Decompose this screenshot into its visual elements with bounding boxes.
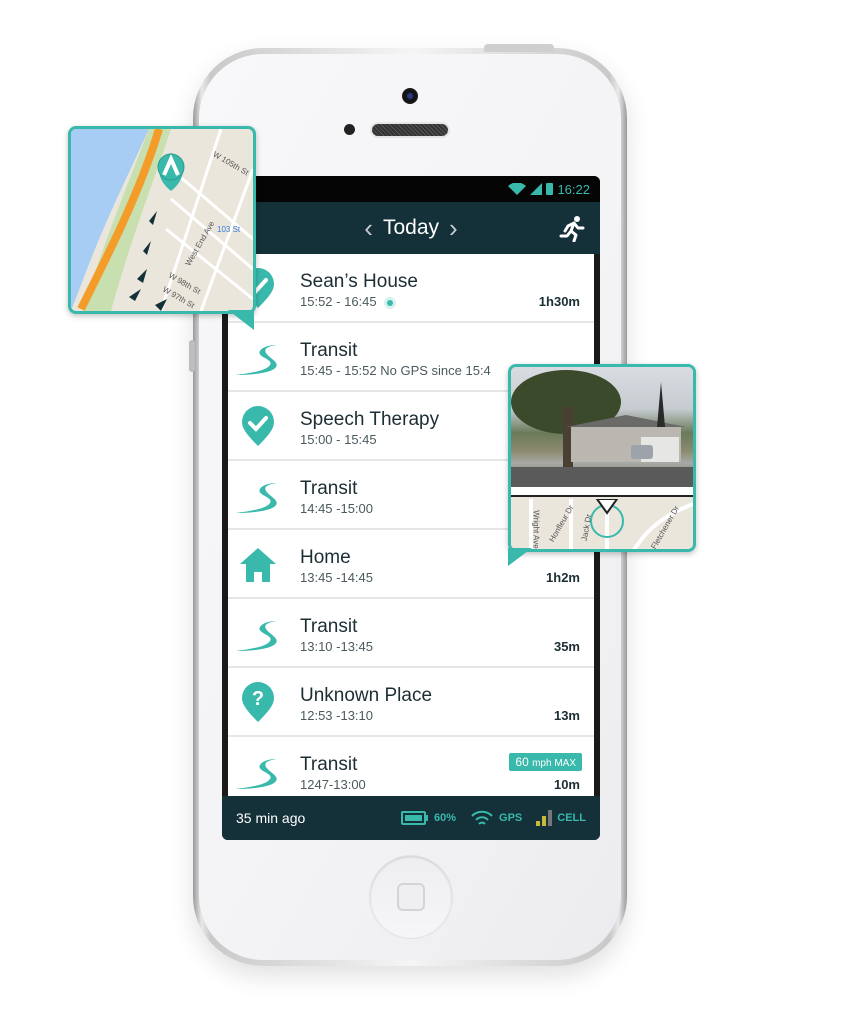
map-street-label: Wright Ave (531, 510, 541, 549)
last-update-text: 35 min ago (236, 810, 306, 826)
street-callout-tail (508, 548, 532, 566)
home-icon (240, 548, 276, 582)
badge-unit: mph MAX (532, 758, 576, 769)
gps-status: GPS (470, 810, 522, 826)
timeline-row[interactable]: Transit 13:10 -13:45 35m (228, 599, 594, 668)
gps-label: GPS (499, 812, 523, 824)
svg-text:?: ? (252, 688, 264, 710)
row-title: Transit (300, 616, 358, 637)
status-time: 16:22 (557, 181, 590, 197)
proximity-sensor (344, 124, 355, 135)
badge-value: 60 (515, 755, 529, 769)
wifi-icon (508, 183, 527, 195)
road-icon (236, 345, 277, 375)
road-icon (236, 621, 277, 651)
street-view-divider (511, 487, 693, 497)
next-day-button[interactable]: › (439, 215, 468, 241)
row-time: 1247-13:00 (300, 777, 366, 792)
battery-percent: 60% (434, 812, 457, 824)
battery-status: 60% (401, 811, 456, 825)
row-time: 13:10 -13:45 (300, 639, 374, 654)
signal-icon (530, 183, 543, 195)
live-indicator-icon (386, 299, 393, 306)
row-time: 14:45 -15:00 (300, 501, 374, 516)
row-duration: 1h30m (538, 294, 580, 309)
map-callout[interactable]: W 105th St 103 St West End Ave W 98th St… (68, 126, 256, 314)
front-camera (402, 88, 418, 104)
row-title: Transit (300, 754, 358, 775)
row-title: Transit (300, 478, 358, 499)
row-title: Sean’s House (300, 271, 418, 292)
gps-signal-icon (471, 810, 493, 825)
cell-signal-icon (536, 810, 553, 826)
battery-icon (546, 183, 554, 195)
row-duration: 13m (553, 708, 580, 723)
row-time: 15:45 - 15:52 No GPS since 15:4 (300, 363, 491, 378)
map-callout-tail (228, 310, 254, 330)
battery-icon (401, 811, 428, 825)
row-title: Speech Therapy (300, 409, 440, 430)
prev-day-button[interactable]: ‹ (354, 215, 383, 241)
earpiece-speaker (372, 124, 448, 136)
row-time: 12:53 -13:10 (300, 708, 374, 723)
map-station-label: 103 St (217, 225, 241, 234)
row-title: Home (300, 547, 351, 568)
question-pin-icon: ? (242, 682, 274, 722)
row-time: 13:45 -14:45 (300, 570, 374, 585)
street-view-callout[interactable]: Wright Ave Honfleur Dr Jack Dr Fletchene… (508, 364, 696, 552)
cell-status: CELL (536, 810, 586, 826)
home-button-square (397, 883, 425, 911)
road-icon (236, 483, 277, 513)
power-button (484, 44, 554, 52)
page-title: Today (382, 216, 440, 239)
row-duration: 1h2m (546, 570, 580, 585)
row-time-text: 15:52 - 16:45 (300, 294, 377, 309)
check-pin-icon (242, 406, 274, 446)
row-duration: 10m (553, 777, 580, 792)
timeline-row[interactable]: ? Unknown Place 12:53 -13:10 13m (228, 668, 594, 737)
running-person-icon[interactable] (558, 214, 586, 242)
status-footer: 35 min ago 60% GPS CELL (222, 796, 600, 840)
home-button[interactable] (370, 856, 452, 938)
row-time: 15:00 - 15:45 (300, 432, 377, 447)
timeline-row[interactable]: Sean’s House 15:52 - 16:45 1h30m (228, 254, 594, 323)
street-location-map: Wright Ave Honfleur Dr Jack Dr Fletchene… (511, 498, 693, 549)
status-bar: 16:22 (222, 176, 600, 202)
row-duration: 35m (553, 639, 580, 654)
row-title: Transit (300, 340, 358, 361)
volume-button (189, 340, 195, 372)
road-icon (236, 759, 277, 789)
row-title: Unknown Place (300, 685, 433, 706)
street-view-photo (511, 367, 693, 487)
app-header: ‹ Today › (222, 202, 600, 254)
cell-label: CELL (557, 812, 586, 824)
max-speed-badge: 60 mph MAX (509, 753, 582, 771)
row-time: 15:52 - 16:45 (300, 294, 393, 309)
